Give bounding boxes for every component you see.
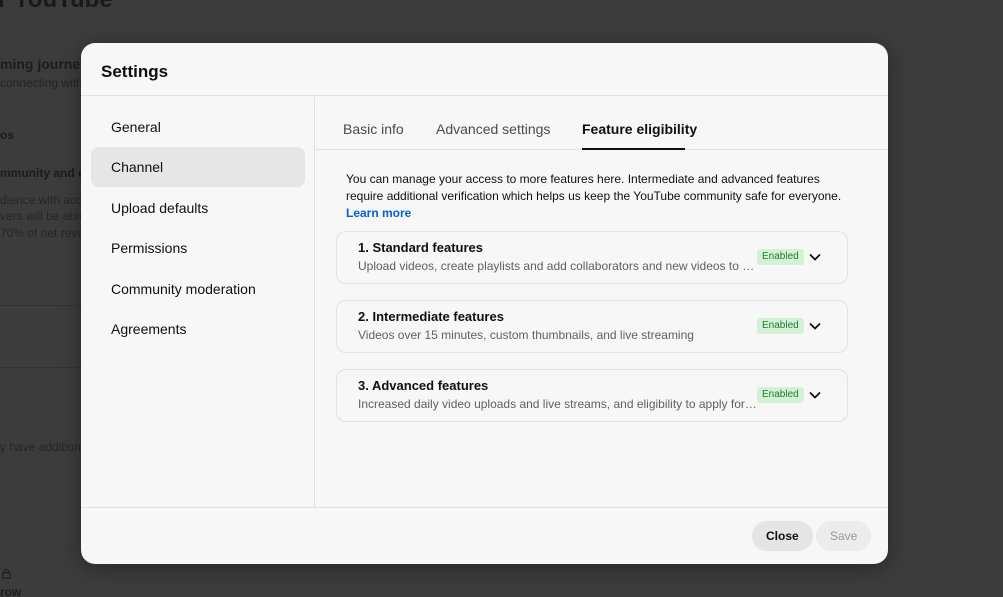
status-badge: Enabled — [757, 387, 804, 403]
feature-title: 3. Advanced features — [358, 378, 489, 393]
sidebar-item-community-moderation[interactable]: Community moderation — [91, 269, 305, 309]
feature-card-advanced[interactable]: 3. Advanced features Increased daily vid… — [336, 369, 848, 422]
sidebar-item-general[interactable]: General — [91, 107, 305, 147]
background-journey-subtext: connecting with y — [0, 76, 93, 90]
learn-more-link[interactable]: Learn more — [346, 206, 411, 220]
background-section-label: os — [0, 128, 15, 142]
dialog-footer: Close Save — [81, 507, 888, 564]
background-text-line: vers will be able — [0, 209, 86, 223]
close-button[interactable]: Close — [752, 521, 813, 551]
tab-feature-eligibility[interactable]: Feature eligibility — [582, 97, 697, 150]
chevron-down-icon[interactable] — [807, 249, 823, 265]
sidebar-item-upload-defaults[interactable]: Upload defaults — [91, 188, 305, 228]
feature-card-standard[interactable]: 1. Standard features Upload videos, crea… — [336, 231, 848, 284]
lock-icon — [1, 568, 12, 582]
tab-advanced-settings[interactable]: Advanced settings — [436, 97, 550, 150]
intro-text: You can manage your access to more featu… — [346, 171, 856, 222]
tab-basic-info[interactable]: Basic info — [343, 97, 404, 150]
feature-title: 2. Intermediate features — [358, 309, 504, 324]
sidebar-item-channel[interactable]: Channel — [91, 147, 305, 187]
sidebar-item-permissions[interactable]: Permissions — [91, 228, 305, 268]
settings-sidebar: General Channel Upload defaults Permissi… — [81, 97, 315, 507]
settings-dialog: Settings General Channel Upload defaults… — [81, 43, 888, 564]
sidebar-item-agreements[interactable]: Agreements — [91, 309, 305, 349]
status-badge: Enabled — [757, 318, 804, 334]
dialog-header: Settings — [81, 43, 888, 96]
background-community-heading: mmunity and ea — [0, 166, 92, 180]
background-text-line: dience with acc — [0, 193, 83, 207]
active-tab-indicator — [582, 148, 685, 150]
chevron-down-icon[interactable] — [807, 318, 823, 334]
background-row-label: row — [0, 585, 22, 597]
save-button[interactable]: Save — [816, 521, 872, 551]
dialog-title: Settings — [101, 62, 169, 81]
background-divider — [0, 367, 82, 368]
status-badge: Enabled — [757, 249, 804, 265]
feature-description: Upload videos, create playlists and add … — [358, 259, 758, 273]
background-divider — [0, 305, 82, 306]
feature-card-intermediate[interactable]: 2. Intermediate features Videos over 15 … — [336, 300, 848, 353]
background-text-line: 70% of net reve — [0, 226, 85, 240]
background-journey-heading: ming journey — [0, 56, 88, 72]
chevron-down-icon[interactable] — [807, 387, 823, 403]
feature-eligibility-content: You can manage your access to more featu… — [346, 171, 856, 222]
intro-description: You can manage your access to more featu… — [346, 172, 842, 203]
settings-tabs: Basic info Advanced settings Feature eli… — [316, 97, 888, 150]
feature-title: 1. Standard features — [358, 240, 483, 255]
feature-description: Videos over 15 minutes, custom thumbnail… — [358, 328, 694, 342]
background-text-line: y have addition — [0, 440, 81, 454]
feature-description: Increased daily video uploads and live s… — [358, 397, 758, 411]
background-title: r YouTube — [0, 0, 113, 14]
